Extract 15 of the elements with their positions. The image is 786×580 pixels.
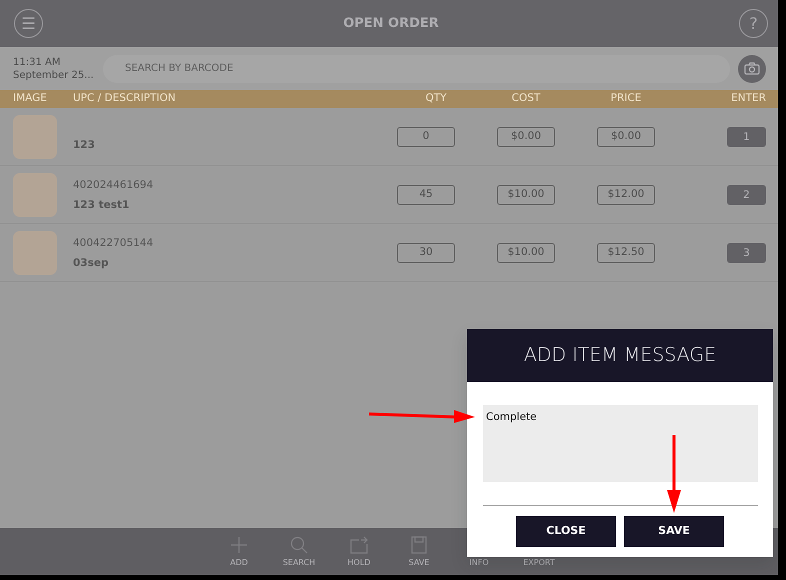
time-label: 11:31 AM [13,56,62,68]
column-header: ENTER [731,91,766,106]
item-description: 03sep [73,256,110,270]
item-description: 123 [73,138,96,152]
date-label: September 25... [13,68,95,82]
column-header: IMAGE [13,91,48,106]
column-header: UPC / DESCRIPTION [73,91,177,106]
dialog-title: ADD ITEM MESSAGE [467,329,773,382]
upc-code: 402024461694 [73,178,154,192]
upc-code: 400422705144 [73,236,154,250]
column-header: PRICE [610,91,642,106]
column-header: COST [512,91,540,106]
column-header: QTY [425,91,447,106]
screen-title: OPEN ORDER [343,14,439,33]
item-description: 123 test1 [73,198,130,212]
